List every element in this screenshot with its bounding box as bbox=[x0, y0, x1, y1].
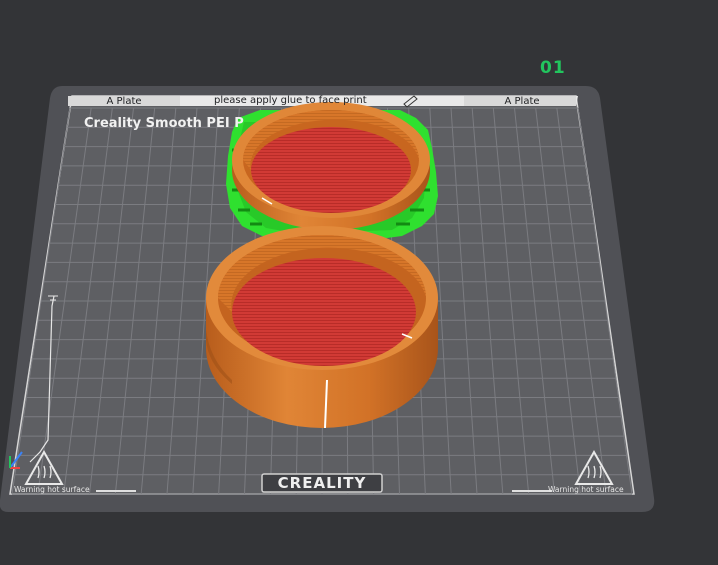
right-plate-tab[interactable]: A Plate bbox=[476, 96, 568, 107]
back-ring-part[interactable] bbox=[232, 102, 430, 230]
plate-note: please apply glue to face print bbox=[214, 95, 367, 106]
3d-viewport[interactable]: 01 A Plate A Plate please apply glue to … bbox=[0, 0, 718, 561]
bed-title: Creality Smooth PEI P bbox=[84, 116, 244, 131]
warning-text-right: Warning hot surface bbox=[548, 485, 624, 494]
warning-text-left: Warning hot surface bbox=[14, 485, 90, 494]
front-ring-part[interactable] bbox=[206, 226, 438, 429]
brand-logo: CREALITY bbox=[277, 474, 367, 492]
left-plate-tab[interactable]: A Plate bbox=[80, 96, 168, 107]
plate-number[interactable]: 01 bbox=[540, 58, 566, 78]
